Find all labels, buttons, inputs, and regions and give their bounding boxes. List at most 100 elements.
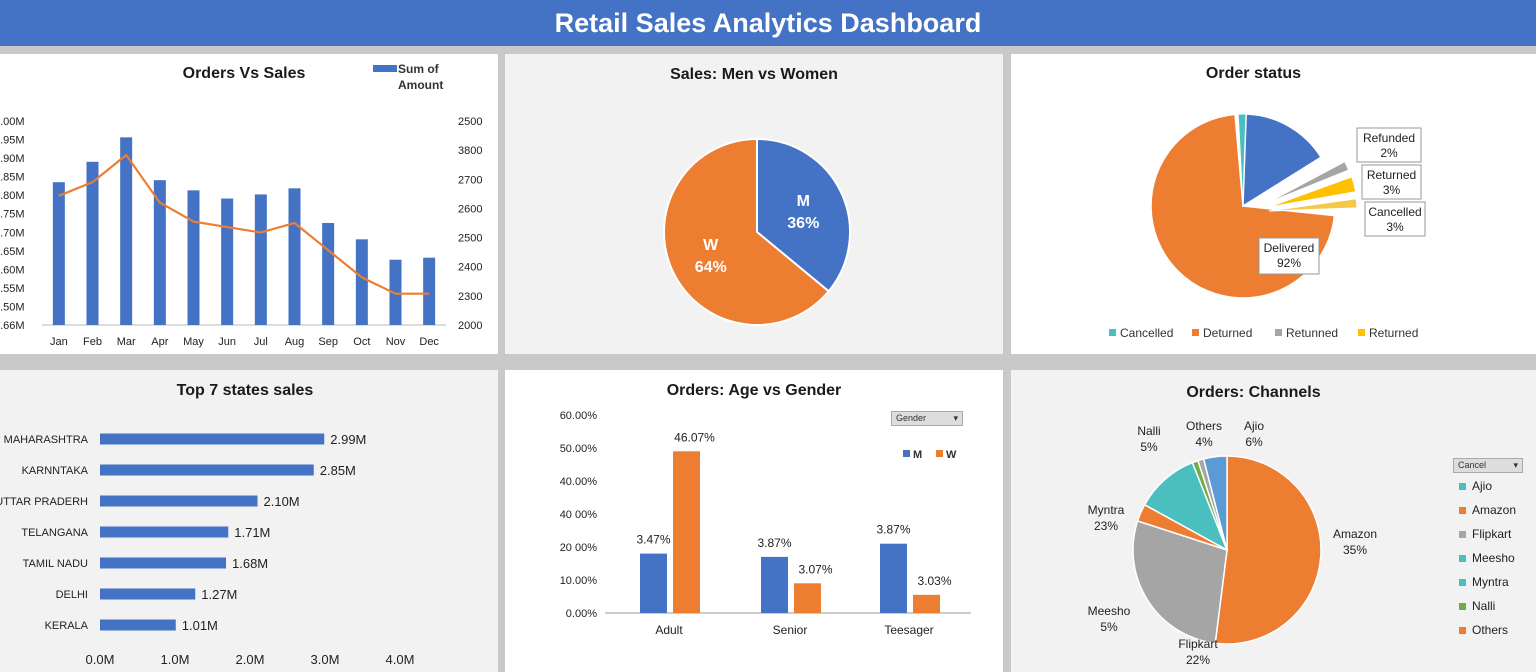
sales-line — [58, 153, 430, 295]
state-label: TAMIL NADU — [23, 558, 88, 570]
orders-bar — [355, 239, 368, 325]
left-axis-tick-label: 1.65M — [0, 246, 25, 258]
left-axis-tick-label: 1.80M — [0, 190, 25, 202]
x-tick-label: Nov — [386, 336, 406, 348]
slice-percent: 64% — [695, 259, 727, 276]
group-bar — [794, 583, 821, 613]
callout-percent: 2% — [1380, 146, 1398, 160]
orders-bar — [120, 137, 133, 325]
channels-chart: Amazon 35% Meesho 5% Flipkart 22% Myntra 23% Nal… — [1088, 419, 1377, 667]
channels-panel: Orders: Channels Cancel ▾ Ajio Amazon Flip… — [1011, 370, 1536, 672]
state-bar — [100, 619, 176, 631]
orders-bar — [52, 182, 65, 325]
right-axis-tick-label: 2000 — [458, 320, 482, 332]
slice-label: Myntra — [1088, 503, 1125, 517]
pie-slice — [1214, 455, 1322, 645]
callout-label: Cancelled — [1368, 205, 1421, 219]
bar-value-label: 1.27M — [201, 587, 237, 602]
slice-percent: 4% — [1195, 435, 1213, 449]
x-tick-label: Teesager — [884, 623, 933, 637]
x-tick-label: Feb — [83, 336, 102, 348]
callout-percent: 3% — [1383, 183, 1401, 197]
slice-percent: 36% — [787, 215, 819, 232]
legend-label: Retunned — [1286, 326, 1338, 340]
legend-swatch — [903, 450, 910, 457]
left-axis-tick-label: 1.60M — [0, 264, 25, 276]
left-axis-tick-label: 1.85M — [0, 172, 25, 184]
slice-label: M — [797, 193, 810, 210]
bar-value-label: 2.99M — [330, 432, 366, 447]
x-tick-label: Sep — [318, 336, 338, 348]
orders-bar — [423, 257, 436, 325]
state-bar — [100, 464, 314, 476]
left-axis-tick-label: 1.75M — [0, 209, 25, 221]
slice-percent: 5% — [1140, 440, 1158, 454]
y-tick-label: 40.00% — [560, 476, 598, 488]
legend-swatch — [1358, 329, 1365, 336]
y-tick-label: 40 00% — [560, 509, 598, 521]
x-tick-label: 4.0M — [386, 652, 415, 667]
legend-label: Deturned — [1203, 326, 1252, 340]
slice-label: Ajio — [1244, 419, 1264, 433]
x-tick-label: 1.0M — [161, 652, 190, 667]
y-tick-label: 20 00% — [560, 542, 598, 554]
legend-swatch — [373, 65, 397, 72]
orders-bar — [322, 223, 335, 325]
orders-bar — [254, 194, 267, 325]
orders-bar — [288, 188, 301, 325]
state-label: UTTAR PRADERH — [0, 496, 88, 508]
slice-label: Meesho — [1088, 604, 1131, 618]
legend-label: Amount — [398, 78, 443, 92]
y-tick-label: 60.00% — [560, 410, 598, 422]
group-bar — [640, 553, 667, 613]
slice-label: W — [703, 237, 719, 254]
slice-label: Flipkart — [1178, 637, 1218, 651]
bar-value-label: 3.07% — [798, 562, 832, 576]
right-axis-tick-label: 2500 — [458, 233, 482, 245]
right-axis-tick-label: 2500 — [458, 116, 482, 128]
age-vs-gender-panel: Orders: Age vs Gender Gender ▾ 60.00% 50.… — [505, 370, 1003, 672]
slice-percent: 22% — [1186, 653, 1210, 667]
left-axis-tick-label: 1.95M — [0, 135, 25, 147]
age-vs-gender-chart: 60.00% 50.00% 40.00% 40 00% 20 00% 10.00% 0.00… — [560, 410, 971, 637]
callout-percent: 92% — [1277, 256, 1301, 270]
orders-bar — [187, 190, 200, 325]
order-status-chart: Refunded2%Returned3%Cancelled3%Delivered… — [1109, 113, 1426, 340]
x-tick-label: May — [183, 336, 204, 348]
left-axis-tick-label: 1.55M — [0, 283, 25, 295]
men-vs-women-panel: Sales: Men vs Women M 36% W 64% — [505, 54, 1003, 354]
right-axis-tick-label: 2600 — [458, 203, 482, 215]
x-tick-label: Jun — [218, 336, 236, 348]
left-axis-tick-label: 1.90M — [0, 153, 25, 165]
bar-value-label: 46.07% — [674, 430, 715, 444]
x-tick-label: Adult — [655, 623, 683, 637]
top-states-panel: Top 7 states sales MAHARASHTRA 2.99M KARNN… — [0, 370, 498, 672]
state-bar — [100, 495, 258, 507]
callout-percent: 3% — [1386, 220, 1404, 234]
legend-swatch — [1109, 329, 1116, 336]
callout-label: Returned — [1367, 168, 1416, 182]
slice-label: Nalli — [1137, 424, 1160, 438]
right-axis-tick-label: 2400 — [458, 262, 482, 274]
left-axis-tick-label: 1.66M — [0, 320, 25, 332]
orders-bar — [221, 198, 234, 325]
right-axis-tick-label: 2300 — [458, 291, 482, 303]
order-status-panel: Order status Refunded 2% Returned 3% Cancell… — [1011, 54, 1536, 354]
orders-vs-sales-panel: Orders Vs Sales 2.00M1.95M1.90M1.85M1.80… — [0, 54, 498, 354]
x-tick-label: Jan — [50, 336, 68, 348]
bar-value-label: 1.01M — [182, 618, 218, 633]
legend-label: Returned — [1369, 326, 1418, 340]
state-label: MAHARASHTRA — [4, 434, 89, 446]
slice-label: Amazon — [1333, 527, 1377, 541]
x-tick-label: 0.0M — [86, 652, 115, 667]
legend-swatch — [936, 450, 943, 457]
dashboard-title: Retail Sales Analytics Dashboard — [0, 0, 1536, 46]
state-bar — [100, 557, 226, 569]
right-axis-tick-label: 3800 — [458, 145, 482, 157]
state-label: KERALA — [45, 620, 89, 632]
x-tick-label: Oct — [353, 336, 370, 348]
bar-value-label: 3.03% — [917, 574, 951, 588]
bar-value-label: 2.10M — [264, 494, 300, 509]
state-label: DELHI — [56, 589, 88, 601]
bar-value-label: 1.71M — [234, 525, 270, 540]
